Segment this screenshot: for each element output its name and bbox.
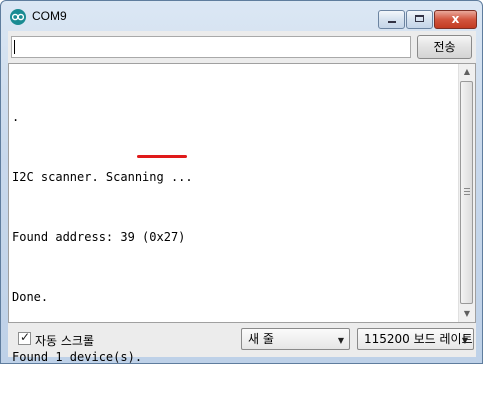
baud-rate-value: 115200 보드 레이트 [364,332,473,346]
footer-bar: ✓ 자동 스크롤 새 줄 ▼ 115200 보드 레이트 ▼ [8,325,476,357]
output-line: I2C scanner. Scanning ... [12,170,193,184]
minimize-button[interactable] [378,10,405,29]
dropdown-arrow-icon: ▼ [461,336,468,345]
red-underline-annotation [137,155,187,158]
output-line: Done. [12,290,49,304]
serial-input[interactable] [11,36,411,58]
dropdown-arrow-icon: ▼ [337,336,344,345]
vertical-scrollbar[interactable]: ▲ ▼ [458,64,475,322]
line-ending-value: 새 줄 [248,332,274,346]
close-icon: x [451,12,460,26]
autoscroll-label[interactable]: 자동 스크롤 [35,332,94,349]
close-button[interactable]: x [434,10,477,29]
output-line: . [12,110,20,124]
scroll-up-arrow-icon[interactable]: ▲ [459,64,475,80]
baud-rate-select[interactable]: 115200 보드 레이트 ▼ [357,328,474,350]
send-row: 전송 [8,31,476,63]
minimize-icon [388,21,396,23]
autoscroll-checkbox[interactable]: ✓ [18,330,31,345]
maximize-icon [415,15,424,22]
scroll-thumb[interactable] [460,81,473,304]
arduino-icon [10,9,26,25]
checkmark-icon: ✓ [20,330,31,344]
client-area: 전송 . I2C scanner. Scanning ... Found add… [8,31,476,364]
grip-icon [464,188,470,195]
serial-monitor-window: COM9 x 전송 . I2C scanner. Scanning ... Fo… [0,0,483,364]
title-bar[interactable]: COM9 x [1,1,482,31]
output-line: Found address: 39 (0x27) [12,230,186,244]
text-caret [14,40,15,54]
line-ending-select[interactable]: 새 줄 ▼ [241,328,350,350]
window-title: COM9 [32,9,67,23]
maximize-button[interactable] [406,10,433,29]
scroll-down-arrow-icon[interactable]: ▼ [459,306,475,322]
send-button[interactable]: 전송 [417,35,472,59]
serial-output[interactable]: . I2C scanner. Scanning ... Found addres… [8,63,476,364]
